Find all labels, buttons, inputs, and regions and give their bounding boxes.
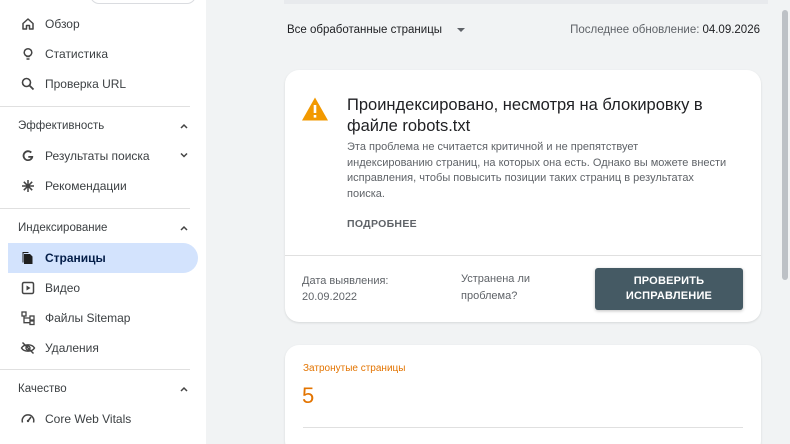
scrollbar-thumb[interactable] — [782, 10, 788, 280]
sidebar-item-url-inspection[interactable]: Проверка URL — [8, 69, 198, 99]
section-header-indexing[interactable]: Индексирование — [18, 218, 190, 238]
warning-icon — [302, 97, 328, 121]
sitemap-icon — [20, 310, 36, 326]
last-update: Последнее обновление: 04.09.2026 — [570, 20, 760, 40]
pages-icon — [20, 250, 36, 266]
video-icon — [20, 280, 36, 296]
sidebar-divider — [0, 208, 190, 209]
chevron-up-icon — [180, 386, 188, 392]
chevron-down-icon — [180, 152, 188, 158]
card-divider — [285, 255, 761, 256]
issue-card: Проиндексировано, несмотря на блокировку… — [285, 70, 761, 322]
caret-down-icon — [457, 28, 466, 32]
fixed-question: Устранена ли проблема? — [461, 273, 531, 302]
learn-more-link[interactable]: ПОДРОБНЕЕ — [347, 218, 417, 230]
filter-label: Все обработанные страницы — [287, 24, 443, 36]
sidebar-item-label: Обзор — [45, 17, 80, 31]
section-header-quality[interactable]: Качество — [18, 379, 190, 399]
last-update-date: 04.09.2026 — [702, 24, 760, 36]
last-update-label: Последнее обновление: — [570, 24, 700, 36]
sidebar-item-recommendations[interactable]: Рекомендации — [8, 171, 198, 201]
sidebar-item-label: Core Web Vitals — [45, 412, 132, 426]
affected-pages-count: 5 — [302, 383, 315, 408]
sidebar-item-label: Проверка URL — [45, 77, 127, 91]
card-divider — [303, 427, 743, 428]
sidebar-item-label: Видео — [45, 281, 81, 295]
header-edge — [284, 0, 768, 4]
affected-pages-label: Затронутые страницы — [303, 363, 406, 374]
sidebar-item-overview[interactable]: Обзор — [8, 9, 198, 39]
chevron-up-icon — [180, 123, 188, 129]
gauge-icon — [20, 411, 36, 427]
sidebar-item-core-web-vitals[interactable]: Core Web Vitals — [8, 404, 198, 434]
pages-filter-dropdown[interactable]: Все обработанные страницы — [287, 20, 466, 40]
home-icon — [20, 16, 36, 32]
google-g-icon — [20, 148, 36, 164]
section-title: Качество — [18, 383, 67, 395]
affected-pages-card: Затронутые страницы 5 — [285, 345, 761, 444]
sidebar-divider — [0, 106, 190, 107]
section-title: Эффективность — [18, 120, 105, 132]
sparkle-icon — [20, 178, 36, 194]
sidebar-divider — [0, 369, 190, 370]
detection-date: Дата выявления: 20.09.2022 — [302, 275, 389, 303]
sidebar-item-label: Удаления — [45, 341, 99, 355]
sidebar-item-label: Результаты поиска — [45, 149, 150, 163]
issue-title: Проиндексировано, несмотря на блокировку… — [347, 96, 703, 135]
section-title: Индексирование — [18, 222, 108, 234]
sidebar-item-statistics[interactable]: Статистика — [8, 39, 198, 69]
sidebar-item-label: Страницы — [45, 251, 106, 265]
validate-fix-button[interactable]: ПРОВЕРИТЬ ИСПРАВЛЕНИЕ — [595, 268, 743, 310]
search-icon — [20, 76, 36, 92]
sidebar-item-pages[interactable]: Страницы — [8, 243, 198, 273]
sidebar-item-label: Файлы Sitemap — [45, 311, 131, 325]
eye-off-icon — [20, 340, 36, 356]
issue-description: Эта проблема не считается критичной и не… — [347, 141, 727, 200]
section-header-performance[interactable]: Эффективность — [18, 116, 190, 136]
sidebar: Обзор Статистика Проверка URL Эффективно… — [0, 0, 206, 444]
sidebar-item-removals[interactable]: Удаления — [8, 333, 198, 363]
sidebar-item-search-results[interactable]: Результаты поиска — [8, 141, 198, 171]
sidebar-item-label: Статистика — [45, 47, 109, 61]
sidebar-item-label: Рекомендации — [45, 179, 127, 193]
chevron-up-icon — [180, 225, 188, 231]
sidebar-item-video[interactable]: Видео — [8, 273, 198, 303]
main-content: Все обработанные страницы Последнее обно… — [206, 0, 790, 444]
top-search-pill[interactable] — [90, 0, 196, 4]
lightbulb-icon — [20, 46, 36, 62]
sidebar-item-sitemaps[interactable]: Файлы Sitemap — [8, 303, 198, 333]
